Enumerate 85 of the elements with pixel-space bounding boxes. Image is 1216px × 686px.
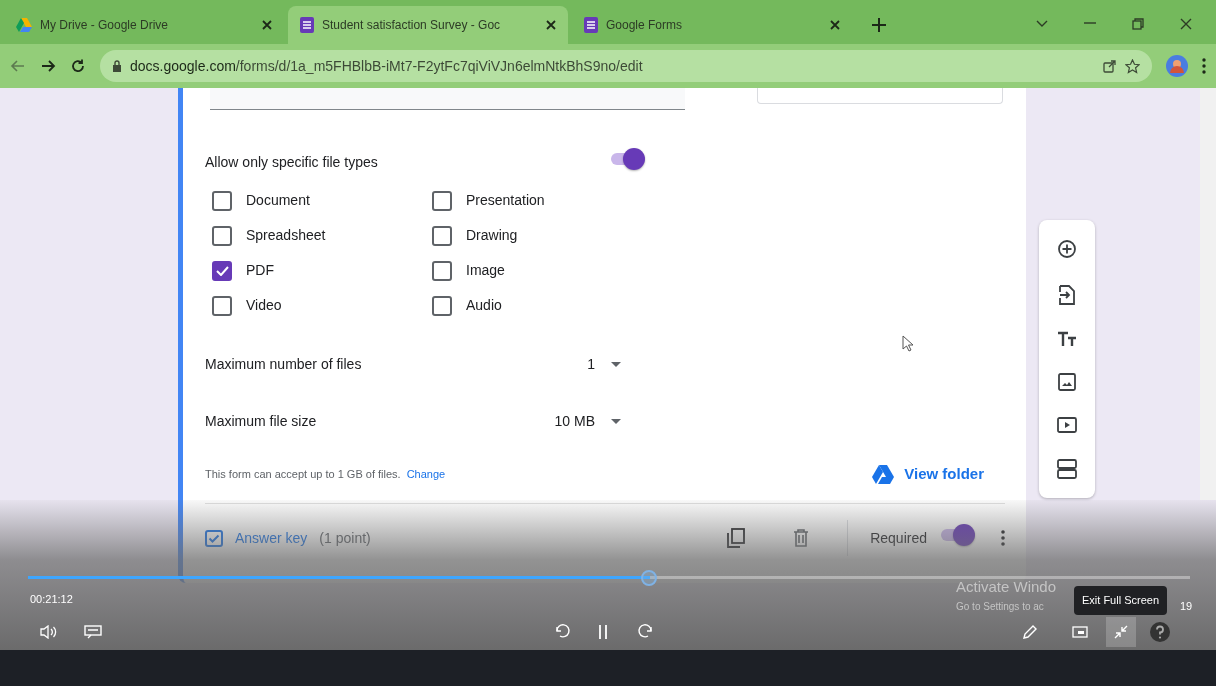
add-icon[interactable] xyxy=(1057,239,1077,259)
restore-icon[interactable] xyxy=(1132,18,1144,30)
collapse-icon xyxy=(1113,624,1129,640)
browser-tab[interactable]: Student satisfaction Survey - Goc xyxy=(288,6,568,44)
dropdown-value[interactable]: 1 xyxy=(525,354,595,375)
checkbox-label: Presentation xyxy=(466,191,545,210)
toggle-switch[interactable] xyxy=(939,524,975,546)
checkbox-label: Audio xyxy=(466,296,502,315)
scrollbar[interactable] xyxy=(1200,88,1216,500)
checklist-icon xyxy=(205,529,223,547)
activation-title: Activate Windo xyxy=(956,577,1057,597)
dropdown-value[interactable]: 10 MB xyxy=(525,411,595,432)
help-icon[interactable] xyxy=(1150,622,1170,642)
checkbox[interactable] xyxy=(432,225,452,246)
checkbox[interactable] xyxy=(212,260,232,281)
dropdown-field[interactable] xyxy=(757,88,1003,104)
volume-icon[interactable] xyxy=(40,625,58,639)
exit-fullscreen-button[interactable] xyxy=(1106,617,1136,647)
forms-favicon-icon xyxy=(584,17,598,33)
url-text: docs.google.com/forms/d/1a_m5FHBlbB-iMt7-F2ytFc7qiViVJn6elmNtkBhS9no/edit xyxy=(130,56,643,76)
checkbox[interactable] xyxy=(432,190,452,211)
tab-search-icon[interactable] xyxy=(1036,20,1048,28)
share-icon[interactable] xyxy=(1103,59,1117,73)
lock-icon xyxy=(112,60,122,72)
menu-icon[interactable] xyxy=(1202,58,1206,74)
checkbox-label: Video xyxy=(246,296,282,315)
drive-icon xyxy=(872,464,895,484)
checkbox[interactable] xyxy=(432,295,452,316)
pause-icon[interactable] xyxy=(598,624,608,640)
checkbox-label: Image xyxy=(466,261,505,280)
upload-limit-note: This form can accept up to 1 GB of files. Change xyxy=(205,467,446,482)
checkbox-label: PDF xyxy=(246,261,274,280)
caret-icon[interactable] xyxy=(611,362,621,367)
close-icon[interactable] xyxy=(1180,18,1192,30)
checkbox[interactable] xyxy=(212,295,232,316)
checkbox-label: Document xyxy=(246,191,310,210)
captions-icon[interactable] xyxy=(84,625,102,639)
required-label: Required xyxy=(870,528,927,548)
partial-text: 19 xyxy=(1180,599,1193,614)
seek-handle[interactable] xyxy=(641,570,658,586)
browser-tab[interactable]: Google Forms xyxy=(572,6,852,44)
view-folder-button[interactable]: View folder xyxy=(866,462,990,487)
caret-icon[interactable] xyxy=(611,419,621,424)
cursor-icon xyxy=(902,335,914,352)
close-icon[interactable] xyxy=(546,20,556,30)
text-size-icon[interactable] xyxy=(1057,331,1077,347)
forms-favicon-icon xyxy=(300,17,314,33)
new-tab-icon[interactable] xyxy=(872,18,886,32)
tab-title: Google Forms xyxy=(606,17,684,34)
text-field[interactable] xyxy=(210,88,685,110)
checkbox-label: Drawing xyxy=(466,226,518,245)
browser-tab[interactable]: My Drive - Google Drive xyxy=(4,6,284,44)
picture-in-picture-icon[interactable] xyxy=(1072,626,1088,638)
change-link[interactable]: Change xyxy=(406,468,446,480)
video-icon[interactable] xyxy=(1057,417,1077,433)
address-bar[interactable]: docs.google.com/forms/d/1a_m5FHBlbB-iMt7-F2ytFc7qiViVJn6elmNtkBhS9no/edit xyxy=(100,50,1152,82)
check-icon xyxy=(215,265,229,276)
setting-label: Maximum number of files xyxy=(205,355,363,374)
back-icon[interactable] xyxy=(10,58,26,74)
close-icon[interactable] xyxy=(262,20,272,30)
tooltip: Exit Full Screen xyxy=(1074,586,1168,615)
reload-icon[interactable] xyxy=(70,58,86,74)
checkbox[interactable] xyxy=(212,190,232,211)
image-icon[interactable] xyxy=(1058,373,1076,391)
activation-subtitle: Go to Settings to ac xyxy=(956,599,1045,614)
drive-favicon-icon xyxy=(16,18,32,32)
checkbox[interactable] xyxy=(432,260,452,281)
more-options-icon[interactable] xyxy=(1001,530,1005,546)
star-icon[interactable] xyxy=(1125,58,1140,74)
setting-label: Maximum file size xyxy=(205,412,318,431)
copy-icon[interactable] xyxy=(727,528,746,548)
toggle-switch[interactable] xyxy=(609,148,645,170)
checkbox-label: Spreadsheet xyxy=(246,226,326,245)
checkbox[interactable] xyxy=(212,225,232,246)
tab-title: Student satisfaction Survey - Goc xyxy=(322,17,502,34)
section-icon[interactable] xyxy=(1057,459,1077,479)
tab-title: My Drive - Google Drive xyxy=(40,17,170,34)
setting-label: Allow only specific file types xyxy=(205,152,378,172)
pen-icon[interactable] xyxy=(1022,624,1038,640)
import-icon[interactable] xyxy=(1059,285,1075,305)
playback-time: 00:21:12 xyxy=(30,592,73,607)
forward-icon[interactable] xyxy=(40,58,56,74)
points-label: (1 point) xyxy=(319,528,371,548)
close-icon[interactable] xyxy=(830,20,840,30)
trash-icon[interactable] xyxy=(793,529,810,547)
